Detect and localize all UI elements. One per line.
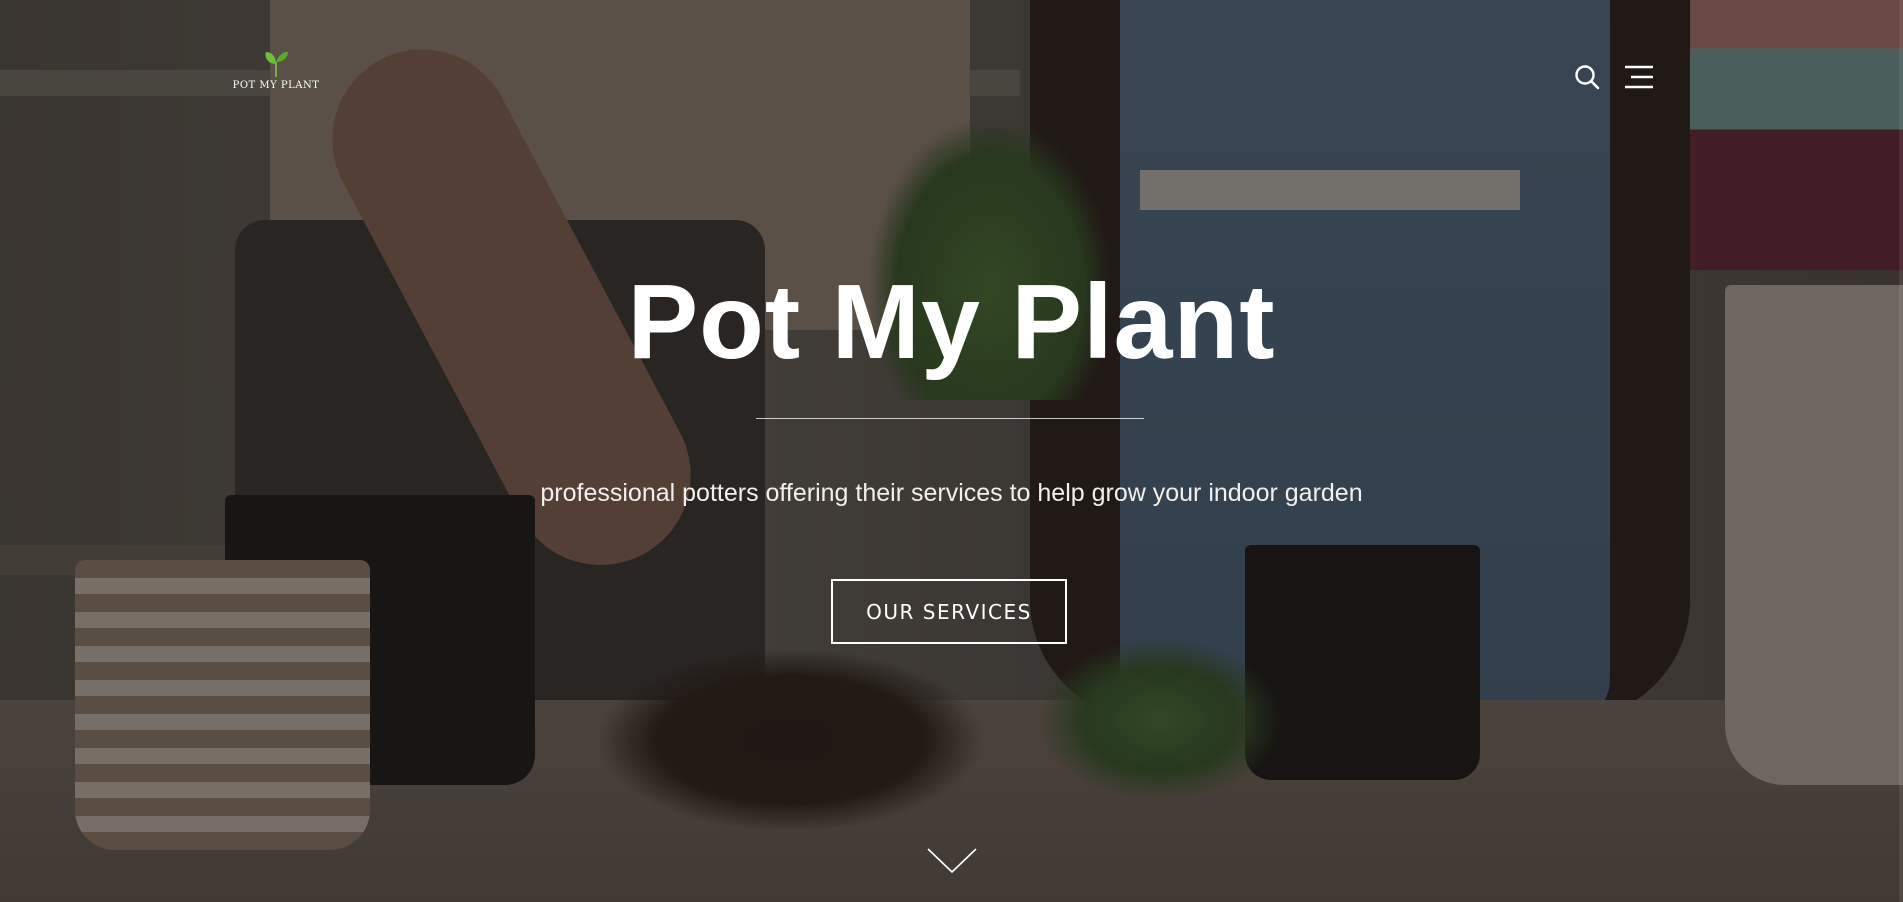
chevron-down-icon <box>927 848 977 874</box>
page-scrollbar[interactable] <box>1899 0 1903 902</box>
hero-section: POT MY PLANT Pot My Plant professional p… <box>0 0 1903 902</box>
hero-title: Pot My Plant <box>627 263 1276 381</box>
hero-subtitle: professional potters offering their serv… <box>540 479 1363 507</box>
hero-content: Pot My Plant professional potters offeri… <box>0 0 1903 902</box>
scroll-down-button[interactable] <box>926 846 978 876</box>
our-services-button[interactable]: OUR SERVICES <box>831 579 1067 644</box>
hero-divider <box>756 418 1144 419</box>
